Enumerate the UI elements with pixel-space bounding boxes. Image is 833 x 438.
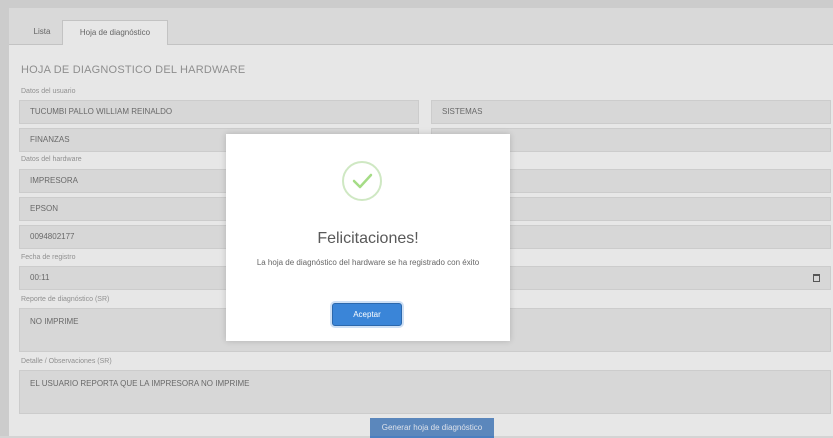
success-dialog: Felicitaciones! La hoja de diagnóstico d… <box>226 134 510 341</box>
dialog-message: La hoja de diagnóstico del hardware se h… <box>256 258 480 267</box>
accept-button[interactable]: Aceptar <box>332 303 402 326</box>
dialog-title: Felicitaciones! <box>317 230 419 247</box>
success-check-icon <box>342 161 382 201</box>
